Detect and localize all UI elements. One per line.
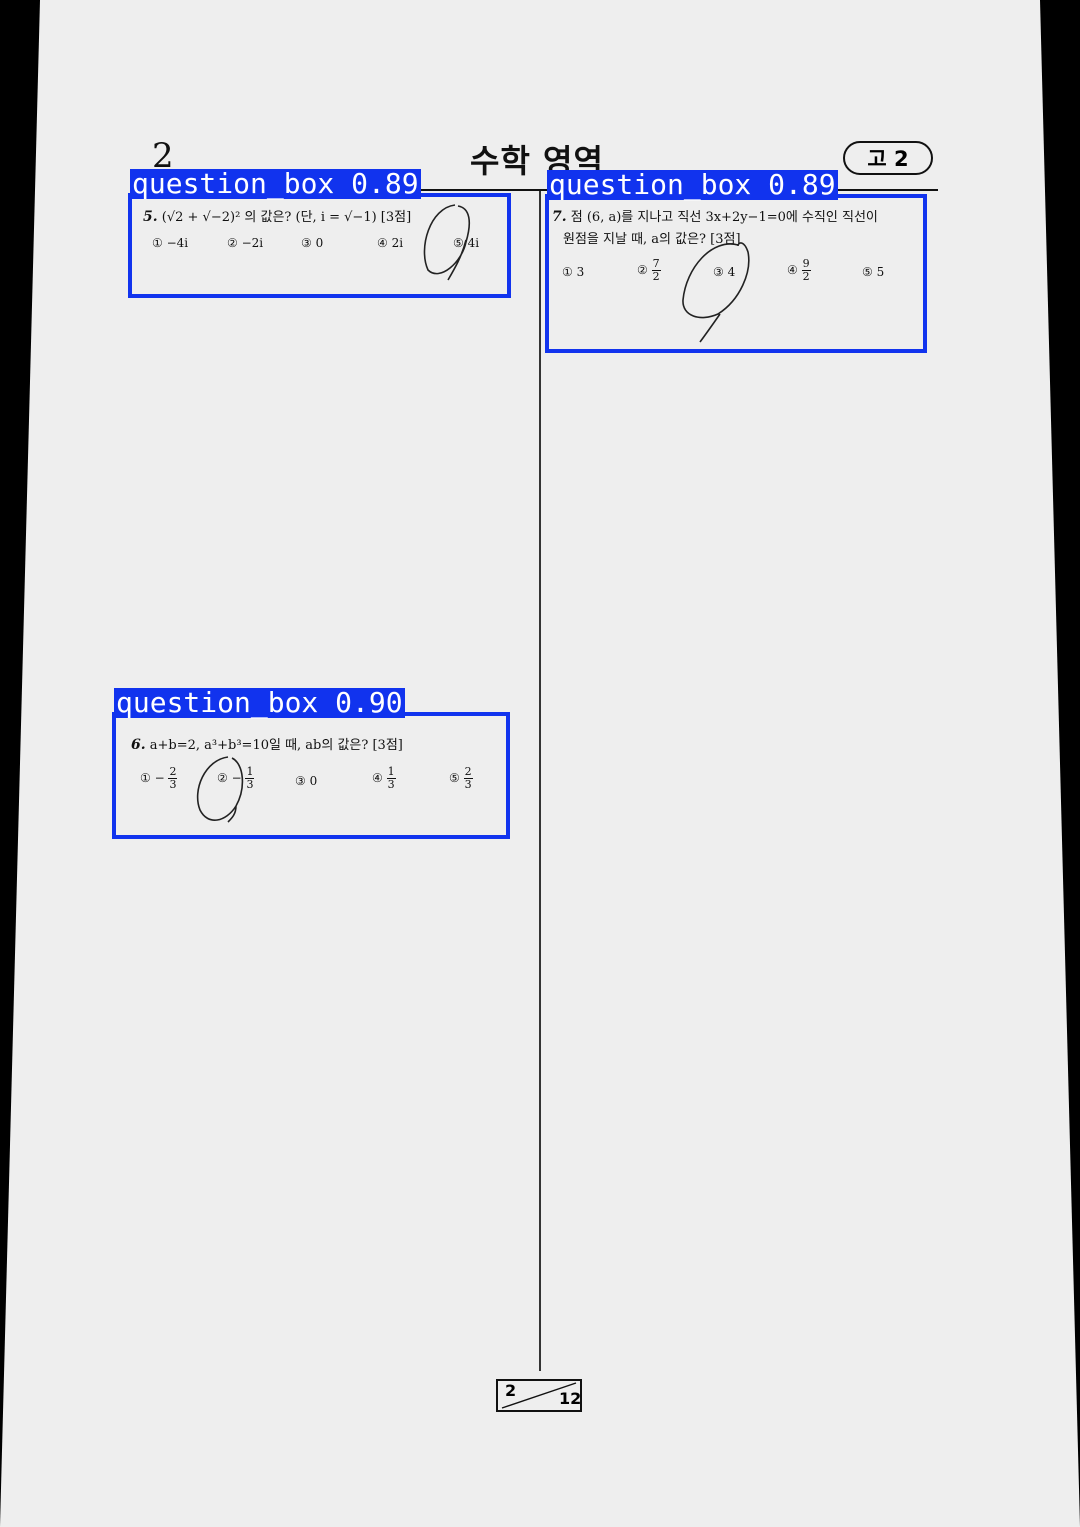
detection-box-q5 bbox=[128, 193, 511, 298]
detection-label-q7: question_box 0.89 bbox=[547, 168, 838, 201]
detection-label-q5: question_box 0.89 bbox=[130, 167, 421, 200]
detection-label-q6: question_box 0.90 bbox=[114, 686, 405, 719]
current-page-number: 2 bbox=[505, 1381, 517, 1400]
detection-box-q7 bbox=[545, 194, 927, 353]
detection-box-q6 bbox=[112, 712, 510, 839]
total-page-number: 12 bbox=[559, 1389, 582, 1408]
